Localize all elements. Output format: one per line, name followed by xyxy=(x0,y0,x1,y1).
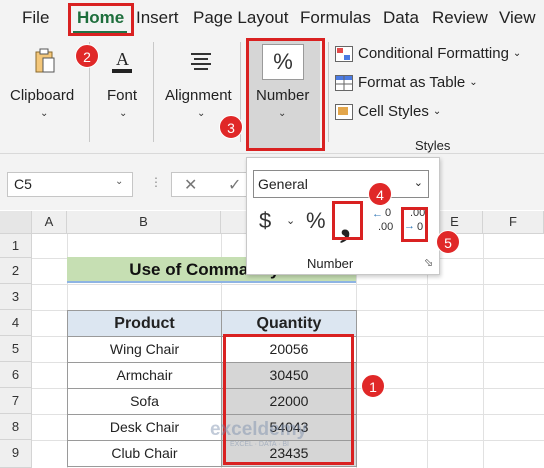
decrease-decimal-highlight xyxy=(401,207,428,242)
more-options-icon: ⋮ xyxy=(150,175,162,189)
number-format-value: General xyxy=(258,176,308,192)
conditional-formatting-button[interactable]: Conditional Formatting ⌄ xyxy=(335,45,521,62)
enter-icon[interactable]: ✓ xyxy=(228,175,241,195)
tab-insert[interactable]: Insert xyxy=(136,8,179,28)
row-header[interactable]: 3 xyxy=(0,284,32,310)
format-as-table-button[interactable]: Format as Table ⌄ xyxy=(335,74,478,91)
row-header[interactable]: 7 xyxy=(0,388,32,414)
clipboard-icon[interactable] xyxy=(30,46,60,76)
comma-style-highlight xyxy=(332,201,363,240)
cancel-icon[interactable]: ✕ xyxy=(184,175,197,195)
alignment-icon[interactable] xyxy=(186,46,216,76)
step-badge: 4 xyxy=(368,182,392,206)
tab-review[interactable]: Review xyxy=(432,8,488,28)
name-box-chevron-icon[interactable]: ⌄ xyxy=(115,176,123,187)
column-header[interactable]: F xyxy=(483,211,544,234)
format-table-icon xyxy=(335,74,353,91)
row-header[interactable]: 6 xyxy=(0,362,32,388)
cell-styles-button[interactable]: Cell Styles ⌄ xyxy=(335,103,441,120)
home-tab-highlight xyxy=(68,3,134,36)
tab-data[interactable]: Data xyxy=(383,8,419,28)
currency-chevron-icon[interactable]: ⌄ xyxy=(286,214,295,227)
chevron-down-icon: ⌄ xyxy=(432,106,442,117)
row-header[interactable]: 2 xyxy=(0,258,32,284)
chevron-down-icon: ⌄ xyxy=(512,48,522,59)
header-product[interactable]: Product xyxy=(67,310,222,337)
font-label[interactable]: Font xyxy=(107,87,137,104)
conditional-formatting-icon xyxy=(335,45,353,62)
number-format-select[interactable]: General ⌄ xyxy=(253,170,429,198)
alignment-label[interactable]: Alignment xyxy=(165,87,232,104)
cell-styles-icon xyxy=(335,103,353,120)
row-header[interactable]: 9 xyxy=(0,440,32,468)
dialog-launcher-icon[interactable]: ⬂ xyxy=(424,256,433,269)
separator xyxy=(328,42,329,142)
watermark-tagline: EXCEL · DATA · BI xyxy=(230,441,289,448)
gridline xyxy=(32,284,544,285)
styles-label: Styles xyxy=(415,138,451,153)
row-header[interactable]: 8 xyxy=(0,414,32,440)
step-badge: 2 xyxy=(75,44,99,68)
product-cell[interactable]: Wing Chair xyxy=(67,336,222,363)
product-cell[interactable]: Sofa xyxy=(67,388,222,415)
alignment-chevron-icon[interactable]: ⌄ xyxy=(197,108,205,119)
chevron-down-icon: ⌄ xyxy=(469,77,478,88)
row-header[interactable]: 1 xyxy=(0,234,32,258)
currency-icon[interactable]: $ xyxy=(259,208,271,234)
name-box-value: C5 xyxy=(14,176,32,192)
select-all-corner[interactable] xyxy=(0,211,32,234)
conditional-formatting-label: Conditional Formatting xyxy=(358,45,509,62)
product-cell[interactable]: Desk Chair xyxy=(67,414,222,441)
number-group-highlight xyxy=(246,38,325,151)
clipboard-chevron-icon[interactable]: ⌄ xyxy=(40,108,48,119)
percent-style-icon[interactable]: % xyxy=(306,208,326,234)
font-chevron-icon[interactable]: ⌄ xyxy=(119,108,127,119)
font-color-icon[interactable]: A xyxy=(108,46,136,76)
tab-view[interactable]: View xyxy=(499,8,536,28)
tab-file[interactable]: File xyxy=(22,8,49,28)
step-badge: 3 xyxy=(219,115,243,139)
gridline xyxy=(483,234,484,468)
clipboard-label[interactable]: Clipboard xyxy=(10,87,74,104)
number-panel-label: Number xyxy=(307,256,354,271)
formula-actions: ✕ ✓ xyxy=(171,172,251,197)
tab-formulas[interactable]: Formulas xyxy=(300,8,371,28)
svg-text:A: A xyxy=(116,49,129,69)
cell-styles-label: Cell Styles xyxy=(358,103,429,120)
column-header[interactable]: B xyxy=(67,211,221,234)
row-header[interactable]: 5 xyxy=(0,336,32,362)
product-cell[interactable]: Armchair xyxy=(67,362,222,389)
increase-decimal-icon[interactable]: ← 0 .00 xyxy=(372,207,400,234)
header-quantity[interactable]: Quantity xyxy=(221,310,357,337)
step-badge: 5 xyxy=(436,230,460,254)
tab-page-layout[interactable]: Page Layout xyxy=(193,8,288,28)
row-header[interactable]: 4 xyxy=(0,310,32,336)
watermark-logo: exceldemy xyxy=(210,419,308,440)
step-badge: 1 xyxy=(361,374,385,398)
left-arrow-icon: ← xyxy=(372,208,383,220)
product-cell[interactable]: Club Chair xyxy=(67,440,222,467)
column-header[interactable]: A xyxy=(32,211,67,234)
format-as-table-label: Format as Table xyxy=(358,74,466,91)
separator xyxy=(153,42,154,142)
chevron-down-icon: ⌄ xyxy=(413,177,423,189)
